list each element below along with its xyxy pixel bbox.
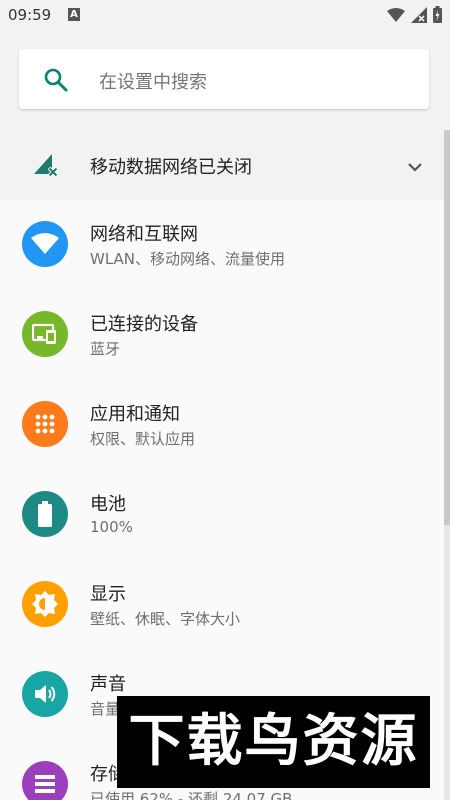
mobile-data-status-label: 移动数据网络已关闭: [90, 157, 252, 178]
brightness-icon: [22, 581, 68, 627]
setting-title: 应用和通知: [90, 404, 180, 425]
setting-title: 声音: [90, 674, 126, 695]
battery-icon: [22, 491, 68, 537]
search-bar[interactable]: 在设置中搜索: [19, 49, 429, 109]
status-icons: [387, 6, 442, 23]
status-time: 09:59: [8, 6, 52, 24]
devices-icon: [22, 311, 68, 357]
volume-icon: [22, 671, 68, 717]
setting-subtitle: 权限、默认应用: [90, 430, 196, 448]
setting-item-battery[interactable]: 电池 100%: [0, 470, 444, 560]
storage-icon: [22, 761, 68, 800]
search-icon[interactable]: [43, 67, 69, 93]
scrollbar-track[interactable]: [444, 130, 450, 800]
cell-signal-off-icon: [411, 6, 427, 23]
battery-status-icon: [433, 6, 442, 23]
status-bar: 09:59 A: [0, 0, 450, 32]
setting-item-apps[interactable]: 应用和通知 权限、默认应用: [0, 380, 444, 470]
wifi-icon: [22, 221, 68, 267]
mobile-data-status-row[interactable]: 移动数据网络已关闭: [0, 130, 444, 200]
watermark-logo: 下载鸟资源: [117, 696, 430, 788]
setting-title: 电池: [90, 494, 126, 515]
wifi-signal-icon: [387, 7, 405, 22]
setting-item-network[interactable]: 网络和互联网 WLAN、移动网络、流量使用: [0, 200, 444, 290]
setting-subtitle: 蓝牙: [90, 340, 121, 358]
setting-title: 显示: [90, 584, 126, 605]
notification-a-icon: A: [68, 8, 80, 21]
setting-subtitle: WLAN、移动网络、流量使用: [90, 250, 286, 268]
settings-screen: 09:59 A 在设置中搜索 移动数据网络已关闭 网络和互联网 WLAN、移动网…: [0, 0, 450, 800]
chevron-down-icon[interactable]: [404, 156, 426, 178]
setting-subtitle: 100%: [90, 518, 133, 536]
setting-title: 已连接的设备: [90, 314, 198, 335]
apps-grid-icon: [22, 401, 68, 447]
scrollbar-thumb[interactable]: [444, 130, 450, 525]
search-area: 在设置中搜索: [0, 32, 450, 130]
setting-item-display[interactable]: 显示 壁纸、休眠、字体大小: [0, 560, 444, 650]
setting-item-connected-devices[interactable]: 已连接的设备 蓝牙: [0, 290, 444, 380]
search-placeholder[interactable]: 在设置中搜索: [99, 68, 207, 94]
setting-title: 网络和互联网: [90, 224, 198, 245]
setting-subtitle: 已使用 62% - 还剩 24.07 GB: [90, 790, 293, 800]
setting-subtitle: 壁纸、休眠、字体大小: [90, 610, 241, 628]
mobile-data-off-icon: [34, 154, 59, 178]
setting-subtitle: 音量: [90, 700, 121, 718]
